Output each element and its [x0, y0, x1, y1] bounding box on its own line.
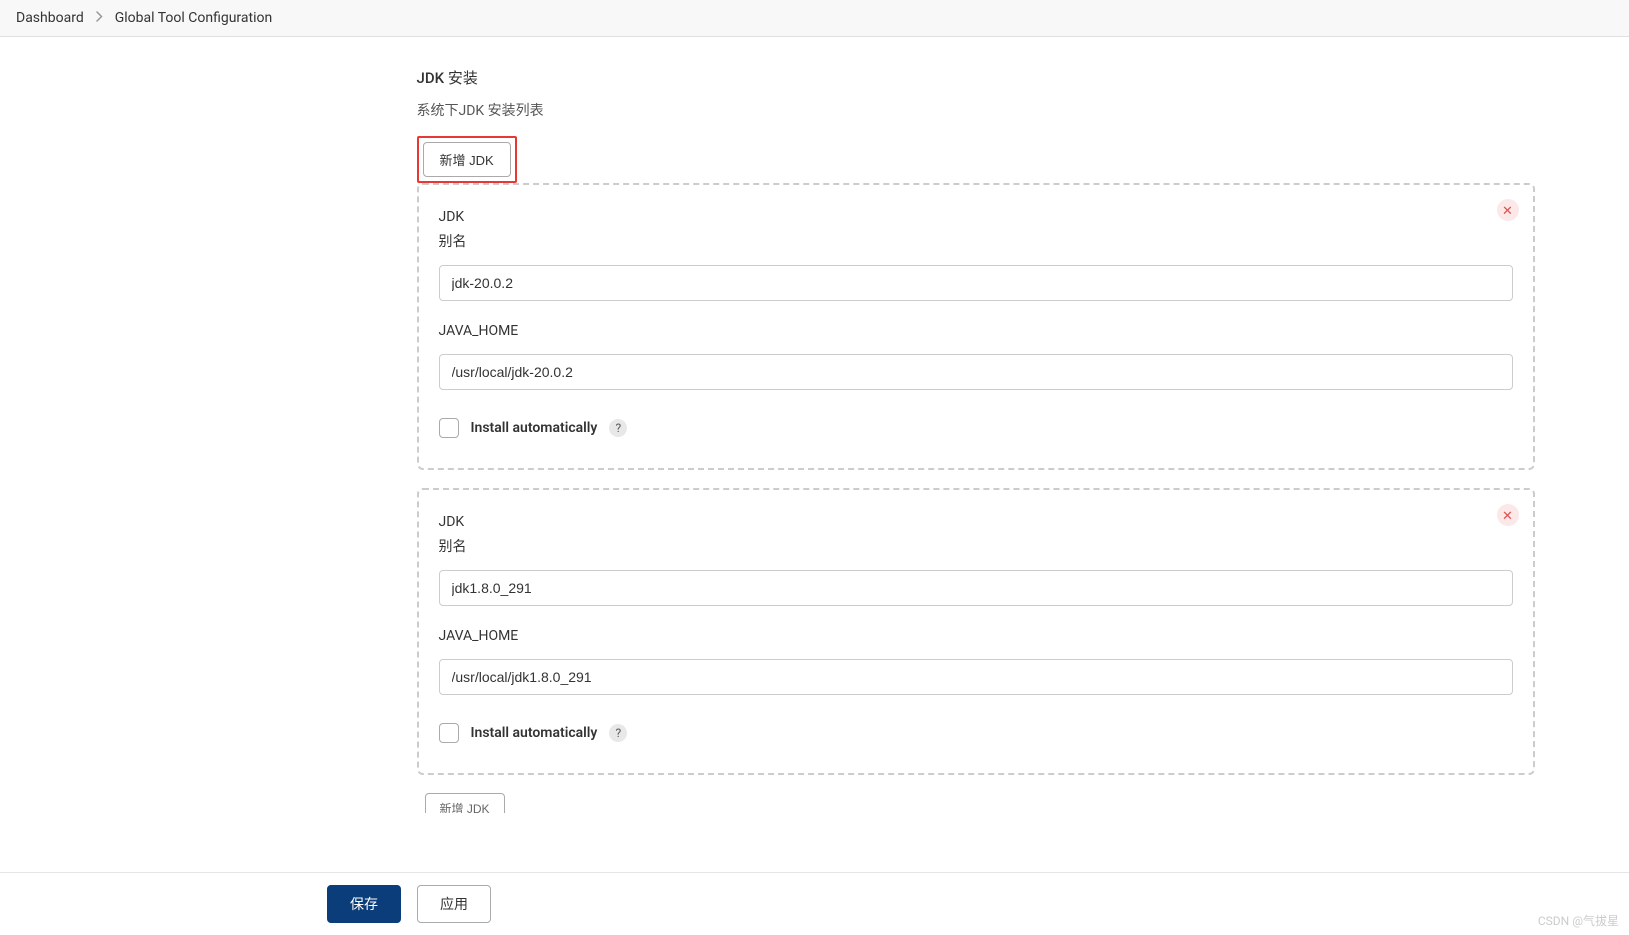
add-jdk-bottom-wrapper: 新增 JDK	[425, 793, 1535, 813]
help-icon[interactable]: ?	[609, 419, 627, 437]
jdk-install-card: ✕ JDK 别名 JAVA_HOME Install automatically…	[417, 183, 1535, 470]
breadcrumb-dashboard-link[interactable]: Dashboard	[16, 10, 84, 26]
apply-button[interactable]: 应用	[417, 885, 491, 923]
alias-input[interactable]	[439, 570, 1513, 606]
java-home-input[interactable]	[439, 659, 1513, 695]
install-auto-label: Install automatically	[471, 420, 598, 436]
section-title: JDK 安装	[417, 67, 1535, 88]
install-auto-row: Install automatically ?	[439, 723, 1513, 743]
footer-action-bar: 保存 应用	[0, 872, 1629, 935]
chevron-right-icon	[96, 10, 103, 26]
breadcrumb-current-link[interactable]: Global Tool Configuration	[115, 10, 272, 26]
alias-input[interactable]	[439, 265, 1513, 301]
save-button[interactable]: 保存	[327, 885, 401, 923]
help-icon[interactable]: ?	[609, 724, 627, 742]
highlighted-button-frame: 新增 JDK	[417, 136, 517, 183]
delete-entry-button[interactable]: ✕	[1497, 199, 1519, 221]
install-auto-checkbox[interactable]	[439, 723, 459, 743]
java-home-label: JAVA_HOME	[439, 626, 1513, 647]
close-icon: ✕	[1502, 204, 1513, 217]
section-subtitle: 系统下JDK 安装列表	[417, 100, 1535, 120]
alias-label: 别名	[439, 232, 1513, 253]
add-jdk-button-bottom[interactable]: 新增 JDK	[425, 793, 505, 813]
breadcrumb: Dashboard Global Tool Configuration	[0, 0, 1629, 37]
type-label: JDK	[439, 207, 1513, 228]
add-jdk-button[interactable]: 新增 JDK	[423, 142, 511, 177]
jdk-install-card: ✕ JDK 别名 JAVA_HOME Install automatically…	[417, 488, 1535, 775]
java-home-label: JAVA_HOME	[439, 321, 1513, 342]
install-auto-row: Install automatically ?	[439, 418, 1513, 438]
watermark-text: CSDN @气拔星	[1538, 912, 1619, 929]
close-icon: ✕	[1502, 509, 1513, 522]
install-auto-checkbox[interactable]	[439, 418, 459, 438]
type-label: JDK	[439, 512, 1513, 533]
delete-entry-button[interactable]: ✕	[1497, 504, 1519, 526]
java-home-input[interactable]	[439, 354, 1513, 390]
install-auto-label: Install automatically	[471, 725, 598, 741]
alias-label: 别名	[439, 537, 1513, 558]
